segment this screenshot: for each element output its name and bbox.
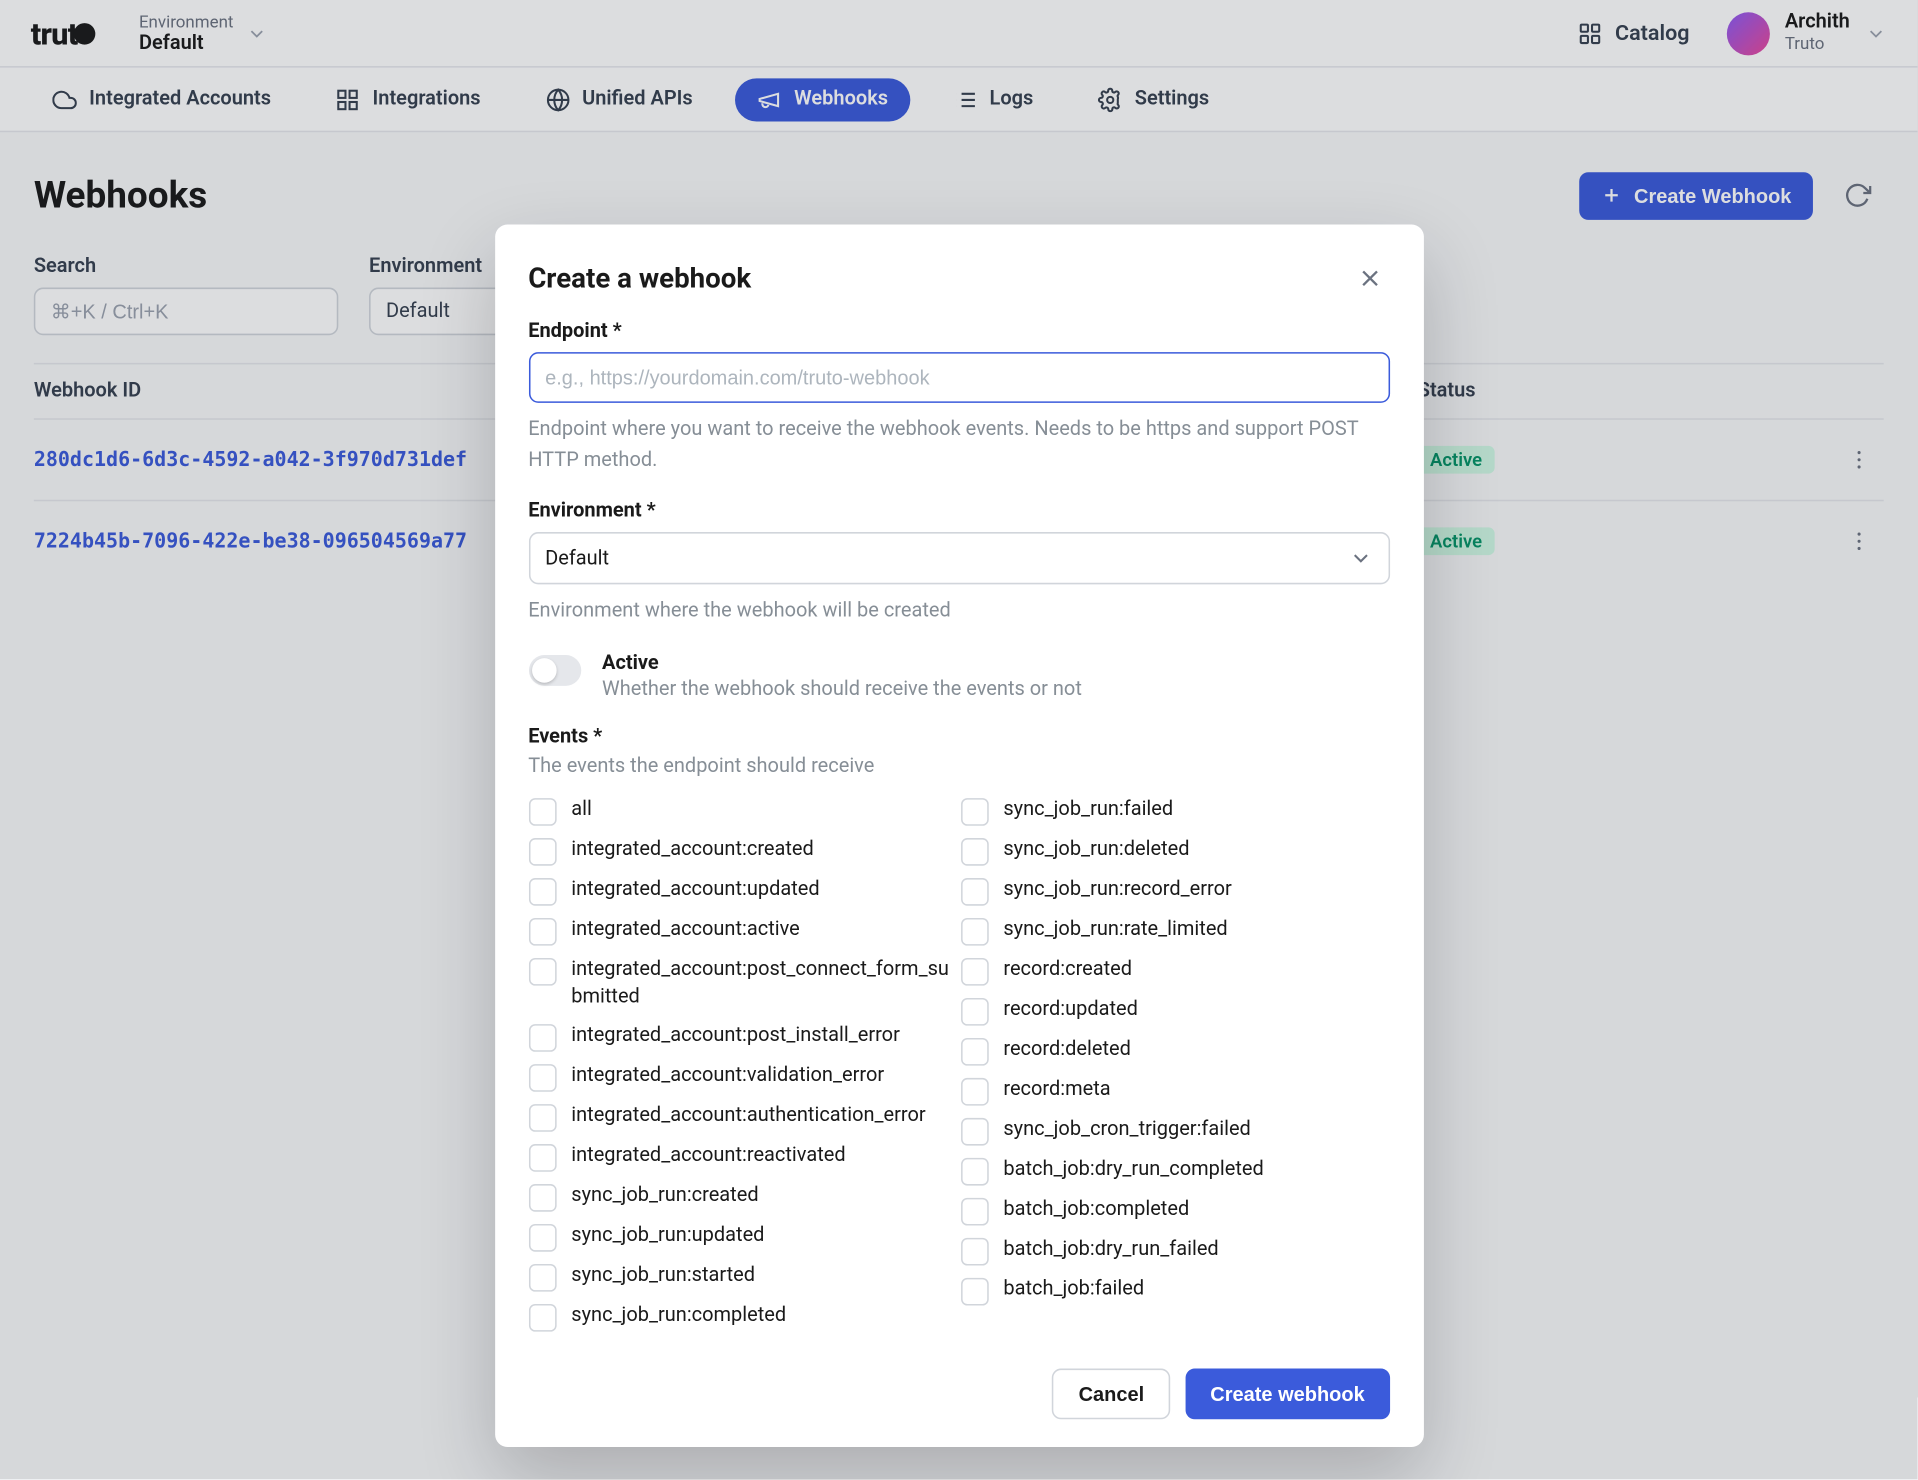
event-label: record:meta xyxy=(1003,1076,1110,1104)
event-checkbox-item[interactable]: integrated_account:active xyxy=(528,916,957,945)
create-webhook-modal: Create a webhook Endpoint * Endpoint whe… xyxy=(494,225,1423,1448)
events-help: The events the endpoint should receive xyxy=(528,751,1389,781)
checkbox[interactable] xyxy=(960,958,988,986)
checkbox[interactable] xyxy=(960,1238,988,1266)
event-checkbox-item[interactable]: sync_job_run:started xyxy=(528,1263,957,1292)
event-label: batch_job:dry_run_completed xyxy=(1003,1156,1263,1184)
checkbox[interactable] xyxy=(960,1118,988,1146)
event-checkbox-item[interactable]: record:deleted xyxy=(960,1036,1389,1065)
event-checkbox-item[interactable]: integrated_account:validation_error xyxy=(528,1063,957,1092)
checkbox[interactable] xyxy=(960,838,988,866)
event-label: sync_job_run:created xyxy=(571,1183,758,1211)
event-checkbox-item[interactable]: integrated_account:authentication_error xyxy=(528,1103,957,1132)
event-label: batch_job:completed xyxy=(1003,1196,1189,1224)
event-checkbox-item[interactable]: integrated_account:created xyxy=(528,837,957,866)
select-value: Default xyxy=(545,547,609,570)
checkbox[interactable] xyxy=(960,1078,988,1106)
event-label: integrated_account:updated xyxy=(571,876,819,904)
event-checkbox-item[interactable]: integrated_account:post_connect_form_sub… xyxy=(528,956,957,1012)
checkbox[interactable] xyxy=(528,1105,556,1133)
checkbox[interactable] xyxy=(528,1225,556,1253)
checkbox[interactable] xyxy=(528,1265,556,1293)
checkbox[interactable] xyxy=(528,958,556,986)
event-checkbox-item[interactable]: sync_job_run:record_error xyxy=(960,876,1389,905)
checkbox[interactable] xyxy=(528,1065,556,1093)
event-checkbox-item[interactable]: sync_job_run:updated xyxy=(528,1223,957,1252)
event-checkbox-item[interactable]: record:meta xyxy=(960,1076,1389,1105)
event-checkbox-item[interactable]: sync_job_run:created xyxy=(528,1183,957,1212)
close-button[interactable] xyxy=(1349,258,1389,298)
event-checkbox-item[interactable]: integrated_account:updated xyxy=(528,876,957,905)
checkbox[interactable] xyxy=(960,918,988,946)
event-label: integrated_account:created xyxy=(571,837,814,865)
event-label: batch_job:dry_run_failed xyxy=(1003,1236,1218,1264)
event-label: integrated_account:authentication_error xyxy=(571,1103,925,1131)
checkbox[interactable] xyxy=(960,798,988,826)
event-checkbox-item[interactable]: record:created xyxy=(960,956,1389,985)
event-label: sync_job_run:rate_limited xyxy=(1003,916,1227,944)
checkbox[interactable] xyxy=(528,798,556,826)
event-label: integrated_account:active xyxy=(571,916,799,944)
checkbox[interactable] xyxy=(528,878,556,906)
event-checkbox-item[interactable]: batch_job:completed xyxy=(960,1196,1389,1225)
checkbox[interactable] xyxy=(528,1305,556,1333)
checkbox[interactable] xyxy=(960,1278,988,1306)
submit-button[interactable]: Create webhook xyxy=(1186,1369,1390,1420)
event-checkbox-item[interactable]: all xyxy=(528,797,957,826)
modal-title: Create a webhook xyxy=(528,262,1349,294)
event-label: all xyxy=(571,797,592,825)
events-list: all integrated_account:created integrated_… xyxy=(528,797,1389,1333)
checkbox[interactable] xyxy=(960,998,988,1026)
environment-select[interactable]: Default xyxy=(528,532,1389,584)
endpoint-input[interactable] xyxy=(528,352,1389,403)
event-checkbox-item[interactable]: sync_job_run:rate_limited xyxy=(960,916,1389,945)
event-checkbox-item[interactable]: sync_job_run:deleted xyxy=(960,837,1389,866)
endpoint-label: Endpoint * xyxy=(528,320,1389,343)
event-checkbox-item[interactable]: batch_job:failed xyxy=(960,1276,1389,1305)
event-label: integrated_account:validation_error xyxy=(571,1063,884,1091)
environment-label: Environment * xyxy=(528,500,1389,523)
event-checkbox-item[interactable]: sync_job_cron_trigger:failed xyxy=(960,1116,1389,1145)
endpoint-help: Endpoint where you want to receive the w… xyxy=(528,415,1389,475)
event-checkbox-item[interactable]: sync_job_run:completed xyxy=(528,1303,957,1332)
event-checkbox-item[interactable]: record:updated xyxy=(960,996,1389,1025)
checkbox[interactable] xyxy=(960,1038,988,1066)
event-label: sync_job_run:updated xyxy=(571,1223,764,1251)
event-label: sync_job_run:started xyxy=(571,1263,755,1291)
event-label: batch_job:failed xyxy=(1003,1276,1144,1304)
event-checkbox-item[interactable]: integrated_account:post_install_error xyxy=(528,1023,957,1052)
event-label: sync_job_cron_trigger:failed xyxy=(1003,1116,1250,1144)
event-checkbox-item[interactable]: batch_job:dry_run_completed xyxy=(960,1156,1389,1185)
event-label: sync_job_run:deleted xyxy=(1003,837,1189,865)
event-label: record:deleted xyxy=(1003,1036,1131,1064)
close-icon xyxy=(1355,264,1383,292)
event-label: sync_job_run:failed xyxy=(1003,797,1173,825)
checkbox[interactable] xyxy=(960,878,988,906)
modal-overlay[interactable]: Create a webhook Endpoint * Endpoint whe… xyxy=(0,0,1918,1479)
cancel-button[interactable]: Cancel xyxy=(1052,1369,1170,1420)
checkbox[interactable] xyxy=(528,1145,556,1173)
event-label: sync_job_run:record_error xyxy=(1003,876,1231,904)
events-label: Events * xyxy=(528,725,1389,748)
checkbox[interactable] xyxy=(960,1198,988,1226)
chevron-down-icon xyxy=(1348,546,1373,571)
environment-help: Environment where the webhook will be cr… xyxy=(528,597,1389,627)
active-description: Whether the webhook should receive the e… xyxy=(602,677,1082,700)
checkbox[interactable] xyxy=(960,1158,988,1186)
event-checkbox-item[interactable]: integrated_account:reactivated xyxy=(528,1143,957,1172)
active-toggle[interactable] xyxy=(528,654,580,685)
event-label: record:updated xyxy=(1003,996,1138,1024)
event-label: integrated_account:post_install_error xyxy=(571,1023,900,1051)
event-label: sync_job_run:completed xyxy=(571,1303,786,1331)
checkbox[interactable] xyxy=(528,838,556,866)
event-label: integrated_account:reactivated xyxy=(571,1143,845,1171)
active-label: Active xyxy=(602,651,1082,674)
checkbox[interactable] xyxy=(528,1025,556,1053)
event-label: integrated_account:post_connect_form_sub… xyxy=(571,956,957,1012)
event-label: record:created xyxy=(1003,956,1132,984)
checkbox[interactable] xyxy=(528,1185,556,1213)
event-checkbox-item[interactable]: batch_job:dry_run_failed xyxy=(960,1236,1389,1265)
checkbox[interactable] xyxy=(528,918,556,946)
event-checkbox-item[interactable]: sync_job_run:failed xyxy=(960,797,1389,826)
